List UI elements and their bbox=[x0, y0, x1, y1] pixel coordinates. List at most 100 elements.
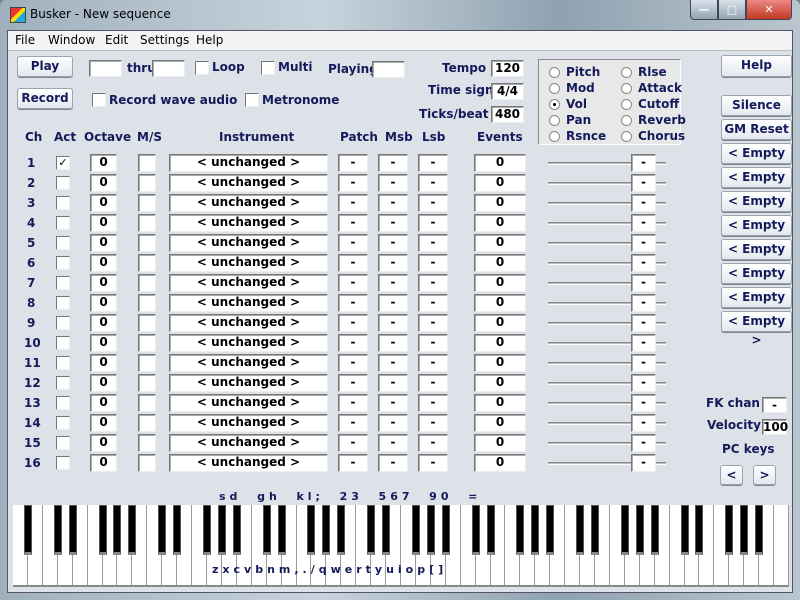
octave-field[interactable]: 0 bbox=[90, 274, 117, 292]
msb-field[interactable]: - bbox=[378, 374, 408, 392]
mute-solo-field[interactable] bbox=[138, 374, 156, 392]
menu-edit[interactable]: Edit bbox=[105, 33, 128, 47]
controller-slider-value[interactable]: - bbox=[631, 374, 656, 392]
msb-field[interactable]: - bbox=[378, 254, 408, 272]
play-button[interactable]: Play bbox=[17, 56, 73, 77]
menu-file[interactable]: File bbox=[15, 33, 35, 47]
active-checkbox[interactable] bbox=[56, 216, 70, 230]
controller-slider-value[interactable]: - bbox=[631, 274, 656, 292]
metronome-checkbox[interactable] bbox=[245, 93, 259, 107]
black-key[interactable] bbox=[650, 505, 659, 555]
active-checkbox[interactable] bbox=[56, 456, 70, 470]
instrument-field[interactable]: < unchanged > bbox=[169, 274, 328, 292]
controller-slider-value[interactable]: - bbox=[631, 334, 656, 352]
active-checkbox[interactable] bbox=[56, 296, 70, 310]
help-button[interactable]: Help bbox=[721, 55, 792, 77]
mute-solo-field[interactable] bbox=[138, 174, 156, 192]
patch-field[interactable]: - bbox=[338, 254, 368, 272]
msb-field[interactable]: - bbox=[378, 434, 408, 452]
patch-field[interactable]: - bbox=[338, 174, 368, 192]
menu-window[interactable]: Window bbox=[48, 33, 95, 47]
black-key[interactable] bbox=[740, 505, 749, 555]
controller-slider-value[interactable]: - bbox=[631, 454, 656, 472]
ticks-field[interactable]: 480 bbox=[491, 106, 524, 123]
mute-solo-field[interactable] bbox=[138, 354, 156, 372]
patch-field[interactable]: - bbox=[338, 274, 368, 292]
black-key[interactable] bbox=[367, 505, 376, 555]
black-key[interactable] bbox=[113, 505, 122, 555]
patch-field[interactable]: - bbox=[338, 434, 368, 452]
time-sign-field[interactable]: 4/4 bbox=[491, 83, 524, 100]
active-checkbox[interactable]: ✓ bbox=[56, 156, 70, 170]
lsb-field[interactable]: - bbox=[418, 414, 448, 432]
msb-field[interactable]: - bbox=[378, 154, 408, 172]
events-field[interactable]: 0 bbox=[474, 314, 526, 332]
play-thru-field[interactable] bbox=[152, 60, 185, 77]
controller-slider-value[interactable]: - bbox=[631, 154, 656, 172]
msb-field[interactable]: - bbox=[378, 194, 408, 212]
msb-field[interactable]: - bbox=[378, 214, 408, 232]
mute-solo-field[interactable] bbox=[138, 294, 156, 312]
octave-field[interactable]: 0 bbox=[90, 214, 117, 232]
mute-solo-field[interactable] bbox=[138, 414, 156, 432]
events-field[interactable]: 0 bbox=[474, 254, 526, 272]
black-key[interactable] bbox=[441, 505, 450, 555]
lsb-field[interactable]: - bbox=[418, 274, 448, 292]
radio-reverb[interactable] bbox=[621, 115, 632, 126]
instrument-field[interactable]: < unchanged > bbox=[169, 354, 328, 372]
msb-field[interactable]: - bbox=[378, 334, 408, 352]
radio-cutoff[interactable] bbox=[621, 99, 632, 110]
black-key[interactable] bbox=[725, 505, 734, 555]
msb-field[interactable]: - bbox=[378, 354, 408, 372]
radio-vol[interactable] bbox=[549, 99, 560, 110]
lsb-field[interactable]: - bbox=[418, 374, 448, 392]
octave-field[interactable]: 0 bbox=[90, 174, 117, 192]
loop-checkbox[interactable] bbox=[195, 61, 209, 75]
octave-field[interactable]: 0 bbox=[90, 434, 117, 452]
instrument-field[interactable]: < unchanged > bbox=[169, 234, 328, 252]
active-checkbox[interactable] bbox=[56, 396, 70, 410]
events-field[interactable]: 0 bbox=[474, 354, 526, 372]
preset-button[interactable]: < Empty > bbox=[721, 143, 792, 179]
instrument-field[interactable]: < unchanged > bbox=[169, 374, 328, 392]
controller-slider-value[interactable]: - bbox=[631, 254, 656, 272]
octave-field[interactable]: 0 bbox=[90, 334, 117, 352]
events-field[interactable]: 0 bbox=[474, 394, 526, 412]
mute-solo-field[interactable] bbox=[138, 454, 156, 472]
events-field[interactable]: 0 bbox=[474, 434, 526, 452]
silence-button[interactable]: Silence bbox=[721, 95, 792, 116]
black-key[interactable] bbox=[232, 505, 241, 555]
active-checkbox[interactable] bbox=[56, 256, 70, 270]
active-checkbox[interactable] bbox=[56, 336, 70, 350]
patch-field[interactable]: - bbox=[338, 154, 368, 172]
mute-solo-field[interactable] bbox=[138, 214, 156, 232]
record-wave-checkbox[interactable] bbox=[92, 93, 106, 107]
black-key[interactable] bbox=[755, 505, 764, 555]
octave-field[interactable]: 0 bbox=[90, 354, 117, 372]
black-key[interactable] bbox=[516, 505, 525, 555]
play-from-field[interactable] bbox=[89, 60, 122, 77]
black-key[interactable] bbox=[471, 505, 480, 555]
events-field[interactable]: 0 bbox=[474, 294, 526, 312]
radio-mod[interactable] bbox=[549, 83, 560, 94]
active-checkbox[interactable] bbox=[56, 276, 70, 290]
patch-field[interactable]: - bbox=[338, 454, 368, 472]
radio-chorus[interactable] bbox=[621, 131, 632, 142]
black-key[interactable] bbox=[307, 505, 316, 555]
patch-field[interactable]: - bbox=[338, 294, 368, 312]
events-field[interactable]: 0 bbox=[474, 274, 526, 292]
events-field[interactable]: 0 bbox=[474, 214, 526, 232]
msb-field[interactable]: - bbox=[378, 394, 408, 412]
radio-rlse[interactable] bbox=[621, 67, 632, 78]
preset-button[interactable]: < Empty > bbox=[721, 191, 792, 227]
controller-slider-value[interactable]: - bbox=[631, 394, 656, 412]
events-field[interactable]: 0 bbox=[474, 174, 526, 192]
pc-keys-next-button[interactable]: > bbox=[753, 465, 776, 485]
radio-rsnce[interactable] bbox=[549, 131, 560, 142]
lsb-field[interactable]: - bbox=[418, 334, 448, 352]
patch-field[interactable]: - bbox=[338, 334, 368, 352]
instrument-field[interactable]: < unchanged > bbox=[169, 214, 328, 232]
mute-solo-field[interactable] bbox=[138, 394, 156, 412]
minimize-button[interactable]: — bbox=[690, 0, 718, 20]
lsb-field[interactable]: - bbox=[418, 314, 448, 332]
